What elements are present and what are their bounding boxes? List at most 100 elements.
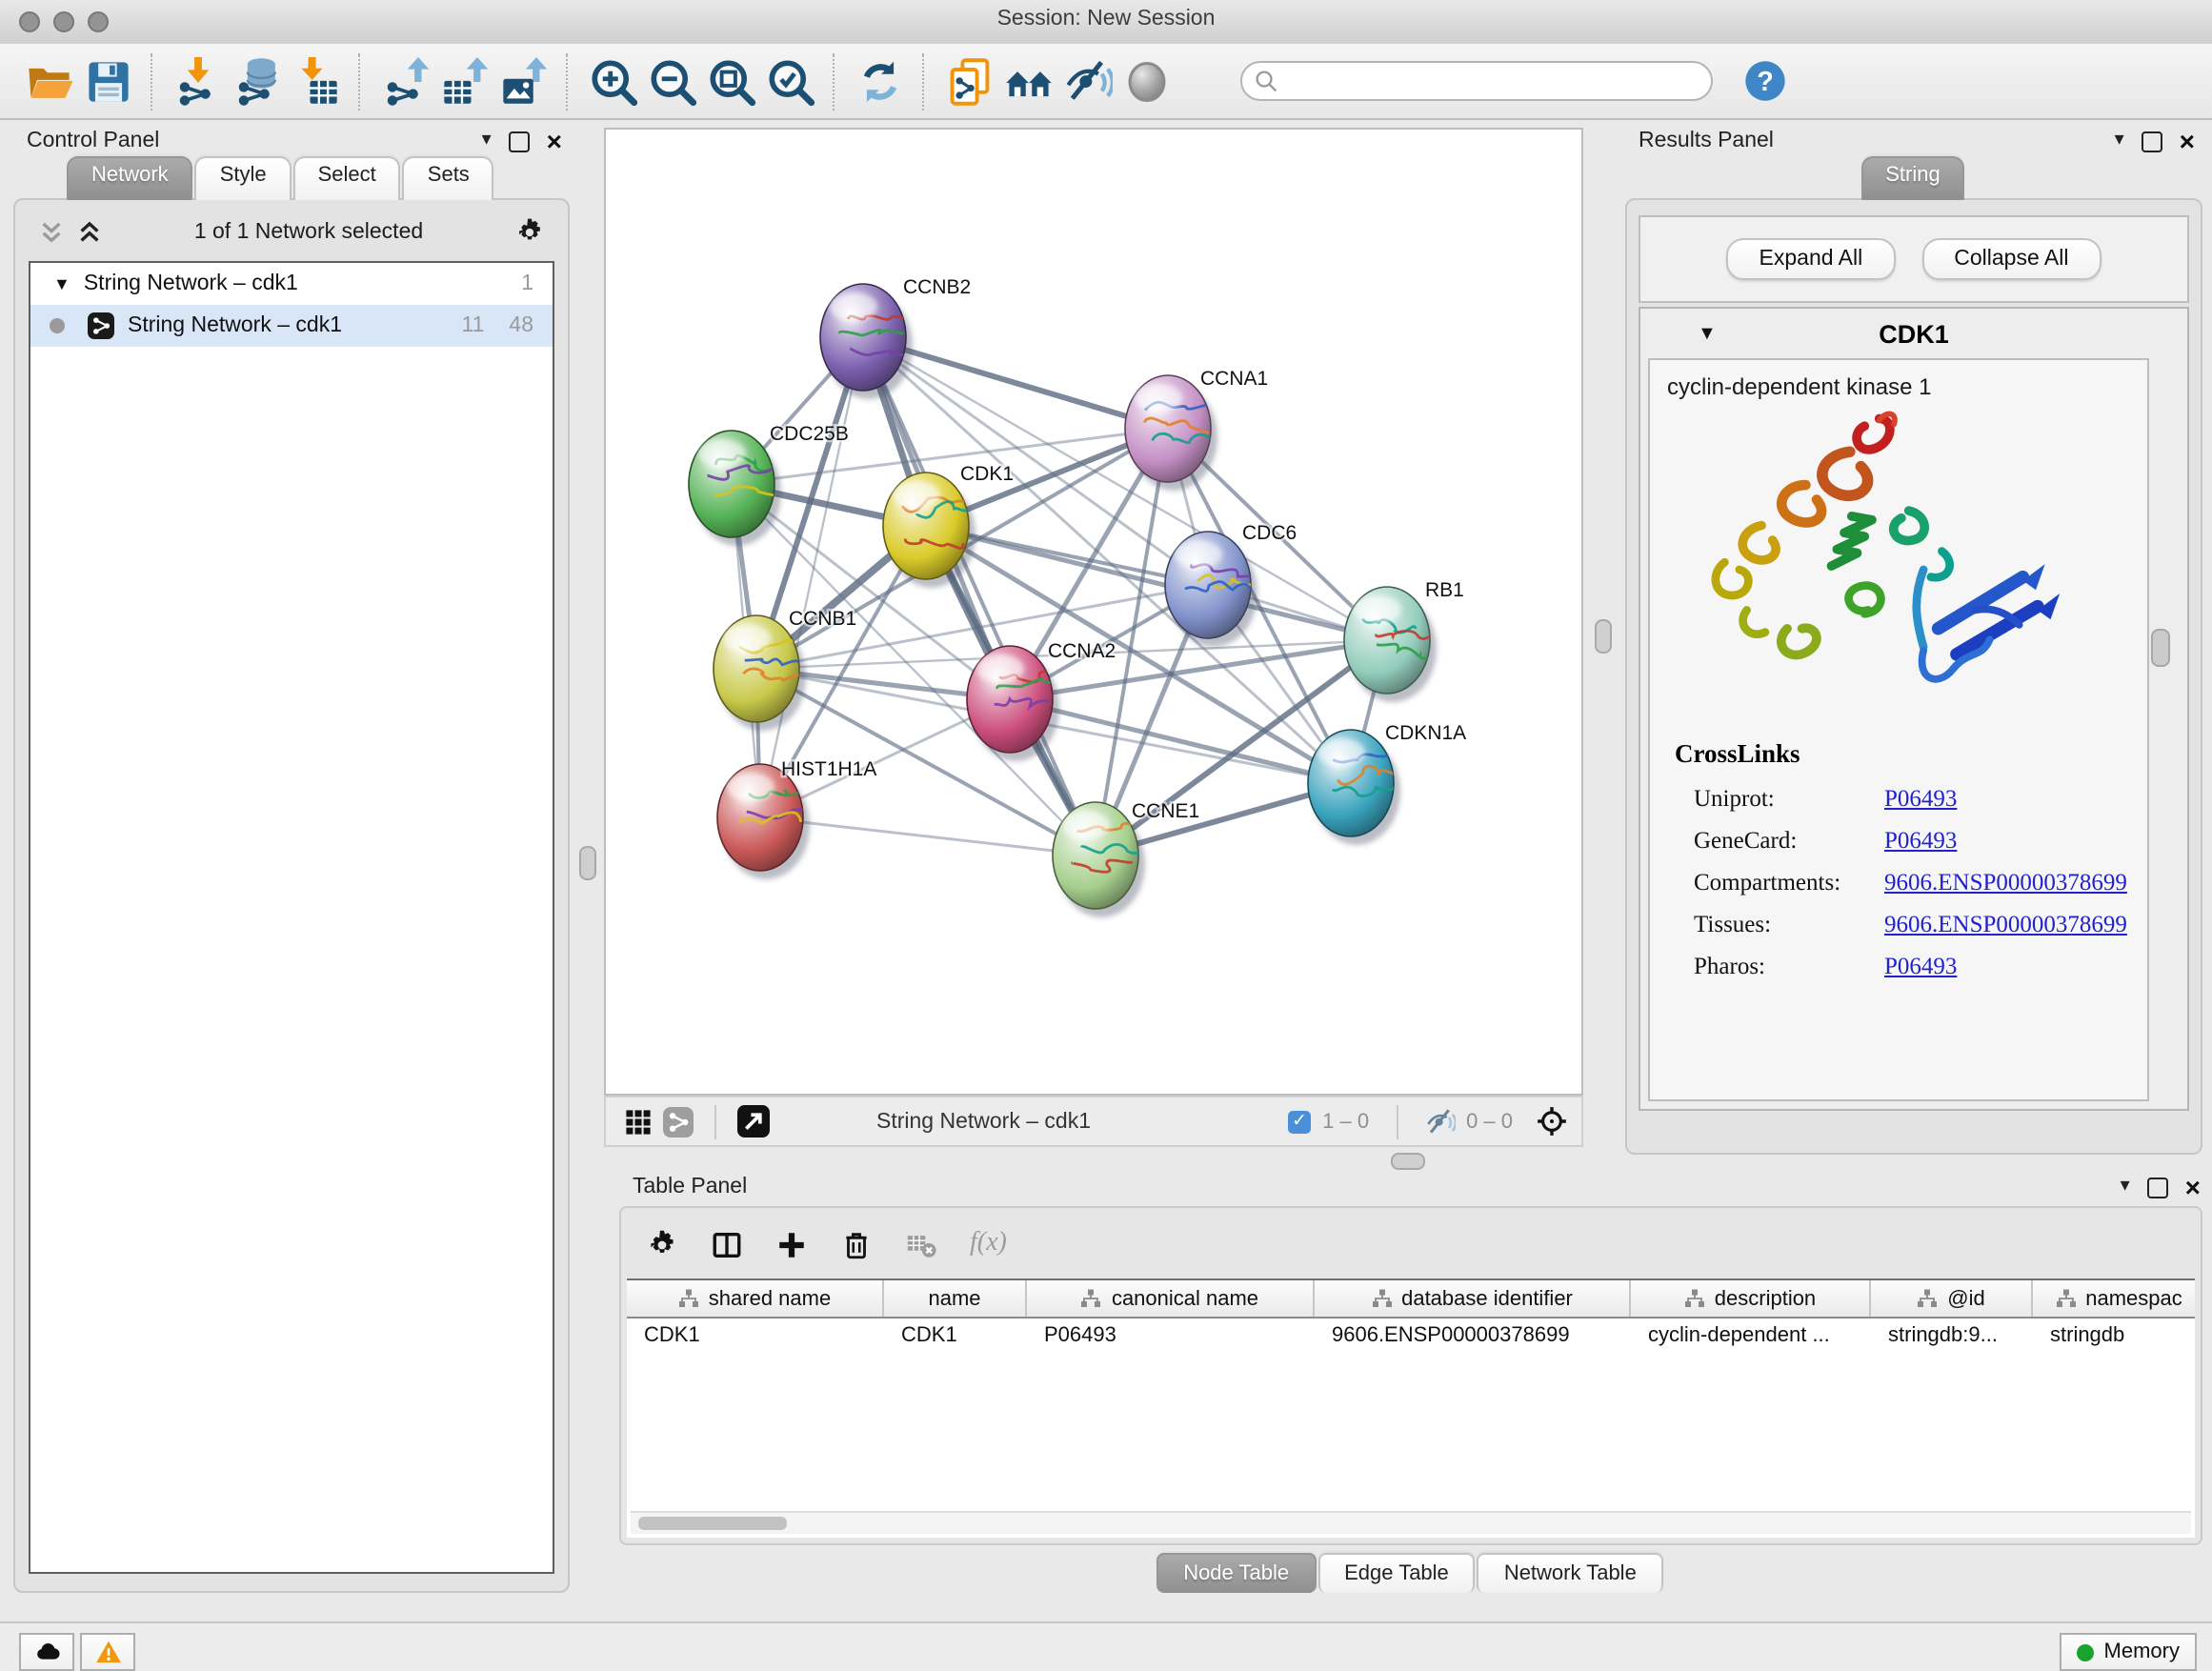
column-header-shared-name[interactable]: shared name [627, 1280, 884, 1317]
horizontal-splitter-handle[interactable] [1391, 1152, 1425, 1169]
cell-id[interactable]: stringdb:9... [1871, 1324, 2033, 1347]
string-network-icon [88, 312, 114, 339]
export-table-icon[interactable] [434, 51, 493, 111]
cell-namespace[interactable]: stringdb [2033, 1324, 2195, 1347]
table-row[interactable]: CDK1 CDK1 P06493 9606.ENSP00000378699 cy… [627, 1319, 2195, 1353]
section-collapse-icon[interactable]: ▼ [1698, 323, 1717, 344]
tab-sets[interactable]: Sets [403, 156, 494, 200]
crosshair-icon[interactable] [1536, 1105, 1568, 1137]
zoom-fit-icon[interactable] [701, 51, 760, 111]
network-node-ccna1[interactable]: CCNA1 [1125, 368, 1268, 491]
node-table: shared name name canonical name database… [627, 1278, 2195, 1538]
crosslink-uniprot-link[interactable]: P06493 [1884, 784, 1957, 813]
houses-icon[interactable] [998, 51, 1057, 111]
export-image-icon[interactable] [493, 51, 553, 111]
column-header-id[interactable]: @id [1871, 1280, 2033, 1317]
panel-close-icon[interactable]: × [2185, 1175, 2201, 1199]
expand-all-button[interactable]: Expand All [1727, 238, 1896, 280]
network-node-ccne1[interactable]: CCNE1 [1053, 800, 1199, 917]
save-session-icon[interactable] [78, 51, 137, 111]
crosslink-row: Uniprot: P06493 [1694, 777, 2147, 819]
delete-columns-icon[interactable] [840, 1228, 873, 1260]
network-edge-ccnb2-hist1h1a[interactable] [760, 337, 863, 817]
eye-slash-icon[interactable] [1057, 51, 1116, 111]
clone-network-icon[interactable] [939, 51, 998, 111]
network-node-ccnb2[interactable]: CCNB2 [820, 276, 971, 399]
eye-icon[interactable] [1116, 51, 1176, 111]
import-table-icon[interactable] [286, 51, 345, 111]
tab-select[interactable]: Select [293, 156, 401, 200]
tab-string[interactable]: String [1860, 156, 1965, 200]
toolbar-separator [833, 52, 836, 110]
scrollbar-thumb[interactable] [638, 1517, 787, 1529]
cell-shared-name[interactable]: CDK1 [627, 1324, 884, 1347]
network-node-hist1h1a[interactable]: HIST1H1A [717, 758, 876, 879]
tab-node-table[interactable]: Node Table [1156, 1553, 1316, 1593]
crosslink-pharos-link[interactable]: P06493 [1884, 952, 1957, 980]
crosslink-compartments-link[interactable]: 9606.ENSP00000378699 [1884, 868, 2127, 896]
import-network-icon[interactable] [168, 51, 227, 111]
panel-collapse-icon[interactable]: ▾ [2121, 1174, 2130, 1200]
network-node-cdc6[interactable]: CDC6 [1165, 522, 1297, 647]
zoom-out-icon[interactable] [642, 51, 701, 111]
shared-column-icon [2055, 1288, 2076, 1309]
birdseye-grid-icon[interactable] [619, 1102, 657, 1140]
panel-collapse-icon[interactable]: ▾ [2115, 128, 2124, 154]
detach-view-icon[interactable] [732, 1100, 774, 1142]
network-share-icon[interactable] [657, 1100, 699, 1142]
panel-collapse-icon[interactable]: ▾ [482, 128, 492, 154]
network-edge-hist1h1a-ccne1[interactable] [760, 817, 1096, 856]
create-column-icon[interactable] [775, 1228, 808, 1260]
refresh-view-icon[interactable] [850, 51, 909, 111]
panel-close-icon[interactable]: × [2180, 129, 2195, 153]
network-edge-ccnb2-ccne1[interactable] [863, 337, 1096, 856]
tree-expand-icon[interactable]: ▼ [53, 274, 70, 293]
memory-button[interactable]: Memory [2061, 1633, 2197, 1671]
table-horizontal-scrollbar[interactable] [631, 1511, 2191, 1534]
zoom-in-icon[interactable] [583, 51, 642, 111]
tab-network-table[interactable]: Network Table [1478, 1553, 1663, 1593]
tab-edge-table[interactable]: Edge Table [1317, 1553, 1476, 1593]
cell-canonical-name[interactable]: P06493 [1027, 1324, 1315, 1347]
network-view-canvas[interactable]: CCNB2CCNA1CDC25BCDK1CDC6RB1CCNB1CCNA2CDK… [604, 128, 1583, 1096]
cell-name[interactable]: CDK1 [884, 1324, 1027, 1347]
warnings-button[interactable] [80, 1633, 135, 1671]
results-scrollbar-thumb[interactable] [2151, 629, 2170, 667]
cloud-status-button[interactable] [19, 1633, 74, 1671]
crosslink-genecard-link[interactable]: P06493 [1884, 826, 1957, 855]
column-header-canonical-name[interactable]: canonical name [1027, 1280, 1315, 1317]
network-node-cdkn1a[interactable]: CDKN1A [1308, 722, 1466, 845]
help-icon[interactable] [1743, 59, 1787, 103]
search-input[interactable] [1240, 61, 1713, 101]
panel-float-icon[interactable] [2147, 1177, 2168, 1198]
right-splitter-handle[interactable] [1595, 619, 1612, 654]
cell-description[interactable]: cyclin-dependent ... [1631, 1324, 1871, 1347]
crosslink-tissues-link[interactable]: 9606.ENSP00000378699 [1884, 910, 2127, 938]
import-network-database-icon[interactable] [227, 51, 286, 111]
panel-float-icon[interactable] [2142, 131, 2162, 151]
open-session-icon[interactable] [19, 51, 78, 111]
column-header-namespace[interactable]: namespac [2033, 1280, 2195, 1317]
panel-float-icon[interactable] [509, 131, 530, 151]
show-columns-icon[interactable] [711, 1228, 743, 1260]
export-network-icon[interactable] [375, 51, 434, 111]
cell-database-identifier[interactable]: 9606.ENSP00000378699 [1315, 1324, 1631, 1347]
expand-all-networks-icon[interactable] [76, 219, 103, 246]
zoom-selected-icon[interactable] [760, 51, 819, 111]
column-header-name[interactable]: name [884, 1280, 1027, 1317]
column-header-database-identifier[interactable]: database identifier [1315, 1280, 1631, 1317]
table-options-gear-icon[interactable] [646, 1228, 678, 1260]
network-collection-row[interactable]: ▼ String Network – cdk1 1 [30, 263, 553, 305]
panel-close-icon[interactable]: × [547, 129, 562, 153]
network-node-rb1[interactable]: RB1 [1344, 579, 1464, 702]
collapse-all-networks-icon[interactable] [38, 219, 65, 246]
selected-checkbox-icon[interactable]: ✓ [1288, 1110, 1311, 1133]
tab-style[interactable]: Style [195, 156, 292, 200]
collapse-all-button[interactable]: Collapse All [1921, 238, 2101, 280]
network-options-gear-icon[interactable] [514, 217, 545, 248]
left-splitter-handle[interactable] [579, 846, 596, 880]
column-header-description[interactable]: description [1631, 1280, 1871, 1317]
network-row-selected[interactable]: String Network – cdk1 11 48 [30, 305, 553, 347]
network-node-ccna2[interactable]: CCNA2 [967, 640, 1116, 761]
tab-network[interactable]: Network [67, 156, 193, 200]
